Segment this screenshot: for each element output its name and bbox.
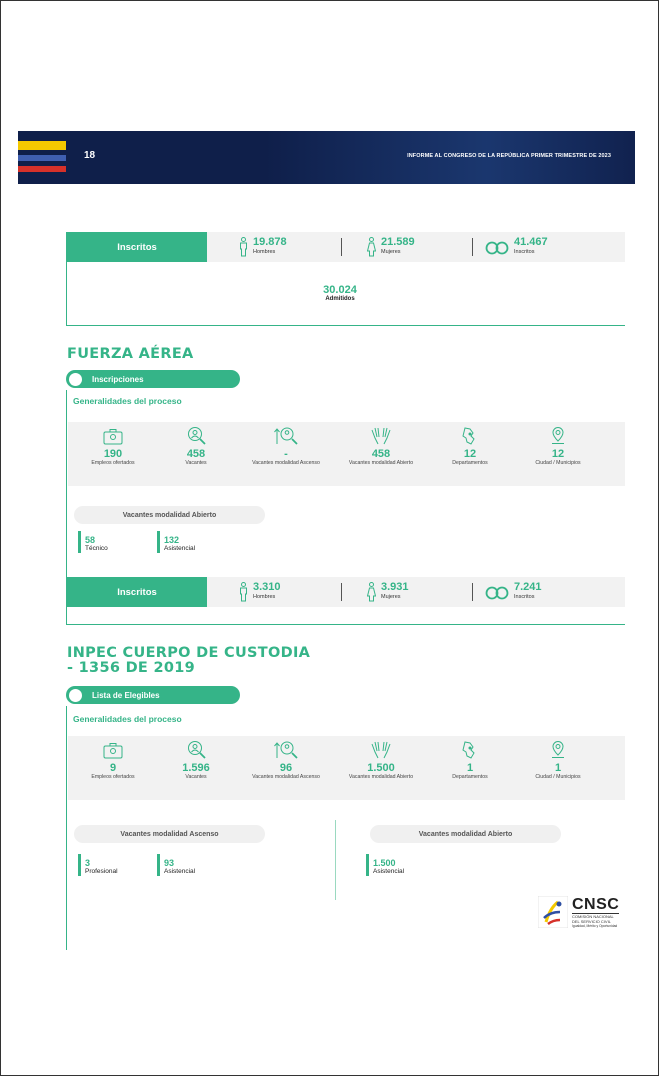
- gen-ascenso: - Vacantes modalidad Ascenso: [241, 426, 331, 467]
- stat-divider: [472, 238, 473, 256]
- gen-departamentos: 1 Departamentos: [425, 740, 515, 781]
- inscritos-label: Inscritos: [67, 577, 207, 607]
- magnifier-user-icon: [188, 427, 206, 445]
- stage-pill-lista-elegibles: Lista de Elegibles: [66, 686, 240, 704]
- vacante-item: 3 Profesional: [78, 854, 118, 876]
- map-region-icon: [462, 741, 475, 759]
- vacante-item: 93 Asistencial: [157, 854, 195, 876]
- pill-dot: [69, 372, 82, 386]
- section-bottom-rule: [66, 325, 625, 326]
- open-hands-icon: [371, 427, 391, 445]
- inscritos-bar: Inscritos 3.310 Hombres 3.931 Mujeres 7.24…: [67, 577, 625, 607]
- pill-dot: [69, 688, 82, 702]
- man-icon: [240, 582, 247, 602]
- location-pin-icon: [552, 741, 564, 758]
- stat-mujeres: 21.589 Mujeres: [367, 236, 415, 257]
- open-hands-icon: [371, 741, 391, 759]
- location-pin-icon: [552, 427, 564, 444]
- vacantes-ascenso-pill: Vacantes modalidad Ascenso: [74, 825, 265, 843]
- ascend-search-icon: [274, 427, 298, 445]
- stat-divider: [472, 583, 473, 601]
- vacante-item: 1.500 Asistencial: [366, 854, 404, 876]
- stat-hombres: 3.310 Hombres: [239, 581, 281, 602]
- gen-departamentos: 12 Departamentos: [425, 426, 515, 467]
- woman-icon: [367, 237, 376, 257]
- vacantes-abierto-pill: Vacantes modalidad Abierto: [74, 506, 265, 524]
- stat-divider: [341, 583, 342, 601]
- stat-total-inscritos: 41.467 Inscritos: [485, 236, 548, 256]
- section-bottom-rule: [66, 624, 625, 625]
- generalidades-title: Generalidades del proceso: [73, 396, 182, 406]
- cnsc-logo: CNSC COMISIÓN NACIONAL DEL SERVICIO CIVI…: [538, 895, 620, 928]
- briefcase-icon: [103, 429, 123, 445]
- gen-vacantes: 458 Vacantes: [151, 426, 241, 467]
- report-header: 18 INFORME AL CONGRESO DE LA REPÚBLICA P…: [18, 131, 635, 184]
- magnifier-user-icon: [188, 741, 206, 759]
- generalidades-box: 190 Empleos ofertados 458 Vacantes - Vac…: [68, 422, 625, 486]
- couple-icon: [485, 241, 509, 255]
- section-title-inpec: INPEC CUERPO DE CUSTODIA - 1356 DE 2019: [67, 645, 311, 676]
- generalidades-title: Generalidades del proceso: [73, 714, 182, 724]
- gen-vacantes: 1.596 Vacantes: [151, 740, 241, 781]
- page-number: 18: [84, 150, 96, 161]
- section-title-fuerza-aerea: FUERZA AÉREA: [67, 346, 194, 362]
- couple-icon: [485, 586, 509, 600]
- stat-divider: [341, 238, 342, 256]
- column-divider: [335, 820, 336, 900]
- cnsc-emblem-icon: [538, 896, 568, 928]
- gen-ascenso: 96 Vacantes modalidad Ascenso: [241, 740, 331, 781]
- vacante-item: 58 Técnico: [78, 531, 108, 553]
- stat-hombres: 19.878 Hombres: [239, 236, 287, 257]
- admitidos-stat: 30.024 Admitidos: [323, 284, 357, 302]
- stat-total-inscritos: 7.241 Inscritos: [485, 581, 542, 601]
- vacante-item: 132 Asistencial: [157, 531, 195, 553]
- colombia-flag-stripes: [18, 141, 66, 172]
- section-left-rule: [66, 706, 67, 950]
- gen-empleos: 190 Empleos ofertados: [68, 426, 158, 467]
- ascend-search-icon: [274, 741, 298, 759]
- stage-pill-inscripciones: Inscripciones: [66, 370, 240, 388]
- gen-empleos: 9 Empleos ofertados: [68, 740, 158, 781]
- map-region-icon: [462, 427, 475, 445]
- gen-ciudades: 1 Ciudad / Municipios: [513, 740, 603, 781]
- briefcase-icon: [103, 743, 123, 759]
- gen-abierto: 1.500 Vacantes modalidad Abierto: [336, 740, 426, 781]
- inscritos-bar: Inscritos 19.878 Hombres 21.589 Mujeres 41…: [67, 232, 625, 262]
- woman-icon: [367, 582, 376, 602]
- generalidades-box: 9 Empleos ofertados 1.596 Vacantes 96 Va…: [68, 736, 625, 800]
- gen-abierto: 458 Vacantes modalidad Abierto: [336, 426, 426, 467]
- report-title: INFORME AL CONGRESO DE LA REPÚBLICA PRIM…: [407, 153, 611, 159]
- inscritos-label: Inscritos: [67, 232, 207, 262]
- gen-ciudades: 12 Ciudad / Municipios: [513, 426, 603, 467]
- man-icon: [240, 237, 247, 257]
- stat-mujeres: 3.931 Mujeres: [367, 581, 409, 602]
- cnsc-logo-text: CNSC COMISIÓN NACIONAL DEL SERVICIO CIVI…: [572, 895, 620, 928]
- vacantes-abierto-pill: Vacantes modalidad Abierto: [370, 825, 561, 843]
